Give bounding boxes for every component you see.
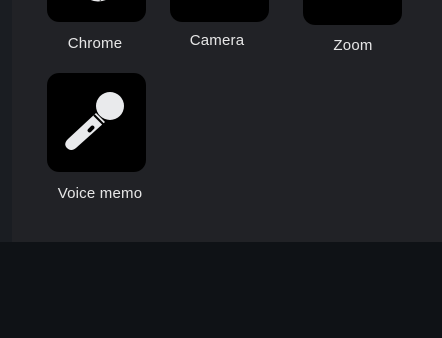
zoom-app-label: Zoom <box>333 37 373 54</box>
app-drawer-screen: Chrome Camera Zoom Voice memo <box>0 0 442 338</box>
voice-memo-app-label: Voice memo <box>57 185 143 202</box>
chrome-icon <box>90 0 106 2</box>
app-grid-panel: Chrome Camera Zoom Voice memo <box>12 0 442 242</box>
camera-app-tile[interactable] <box>170 0 269 22</box>
microphone-icon <box>65 92 124 150</box>
chrome-app-tile[interactable] <box>47 0 146 22</box>
zoom-icon <box>303 0 402 25</box>
left-edge-strip <box>0 0 12 242</box>
camera-icon <box>170 0 269 22</box>
chrome-app-label: Chrome <box>67 35 123 52</box>
zoom-app-tile[interactable] <box>303 0 402 25</box>
camera-app-label: Camera <box>189 32 245 49</box>
voice-memo-app-tile[interactable] <box>47 73 146 172</box>
